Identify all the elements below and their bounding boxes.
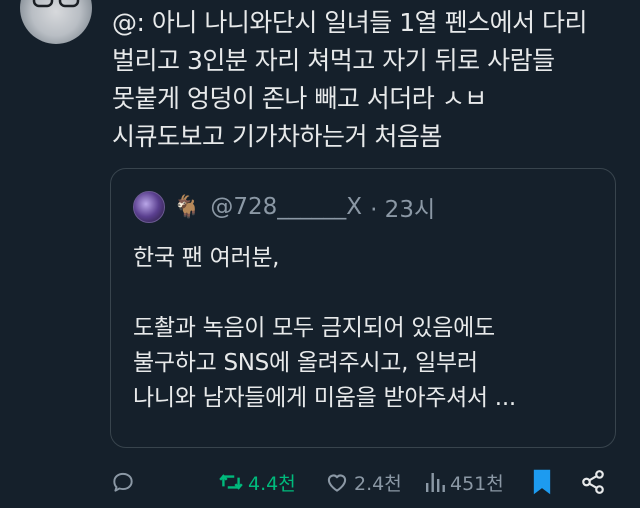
quoted-author-emoji: 🐐 xyxy=(173,194,201,220)
quoted-tweet-text: 한국 팬 여러분, 도촬과 녹음이 모두 금지되어 있음에도 불구하고 SNS에… xyxy=(133,241,603,416)
like-count: 2.4천 xyxy=(354,472,402,495)
retweet-button[interactable]: 4.4천 xyxy=(218,464,296,500)
views-count: 451천 xyxy=(450,472,504,495)
quoted-text-line: 나니와 남자들에게 미움을 받아주셔서 ... xyxy=(133,385,516,411)
tweet-text-line: 못붙게 엉덩이 존나 빼고 서더라 ㅅㅂ xyxy=(112,84,487,113)
heart-icon xyxy=(327,474,347,492)
share-icon xyxy=(582,470,604,494)
quoted-tweet-header: 🐐 @728______X · 23시 xyxy=(133,191,435,223)
share-button[interactable] xyxy=(580,464,606,500)
like-button[interactable]: 2.4천 xyxy=(324,464,402,500)
tweet-actions: 4.4천 2.4천 451천 xyxy=(110,464,620,500)
tweet-text: @: 아니 나니와단시 일녀들 1열 펜스에서 다리 벌리고 3인분 자리 쳐먹… xyxy=(112,4,627,156)
quoted-tweet[interactable]: 🐐 @728______X · 23시 한국 팬 여러분, 도촬과 녹음이 모두… xyxy=(110,168,616,448)
quoted-text-line: 한국 팬 여러분, xyxy=(133,245,280,271)
quoted-tweet-time[interactable]: · 23시 xyxy=(370,190,435,224)
quoted-text-line xyxy=(133,276,603,311)
reply-icon xyxy=(113,472,133,492)
glasses-icon xyxy=(32,0,80,8)
bookmark-button[interactable] xyxy=(530,464,554,500)
views-bar-chart-icon xyxy=(426,473,445,492)
views-button[interactable]: 451천 xyxy=(424,464,504,500)
tweet-text-line: 시큐도보고 기가차하는거 처음봄 xyxy=(112,122,442,151)
tweet-text-line: 벌리고 3인분 자리 쳐먹고 자기 뒤로 사람들 xyxy=(112,46,555,75)
quoted-author-handle[interactable]: @728______X xyxy=(210,194,362,220)
reply-button[interactable] xyxy=(110,464,136,500)
retweet-icon xyxy=(219,474,243,490)
quoted-author-avatar[interactable] xyxy=(133,191,165,223)
quoted-text-line: 불구하고 SNS에 올려주시고, 일부러 xyxy=(133,350,478,376)
tweet-text-line: @: 아니 나니와단시 일녀들 1열 펜스에서 다리 xyxy=(112,8,588,37)
quoted-text-line: 도촬과 녹음이 모두 금지되어 있음에도 xyxy=(133,315,495,341)
author-avatar[interactable] xyxy=(20,0,92,44)
bookmark-icon xyxy=(533,469,551,495)
retweet-count: 4.4천 xyxy=(248,472,296,495)
